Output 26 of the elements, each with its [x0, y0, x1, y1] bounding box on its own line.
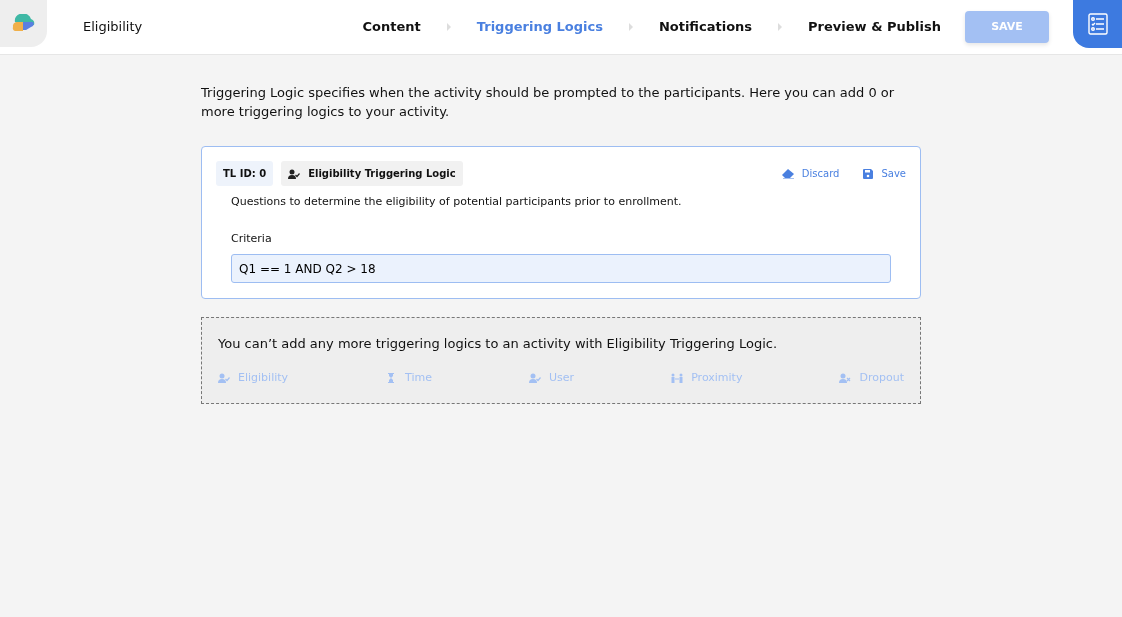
intro-text: Triggering Logic specifies when the activity should be prompted to the participants. Here you can add 0 or more triggering logics to your activity.	[201, 84, 896, 121]
checklist-button[interactable]	[1073, 0, 1122, 48]
user-check-icon	[288, 168, 301, 179]
id-tag: TL ID: 0	[216, 161, 274, 186]
step-tab[interactable]: Triggering Logics	[476, 17, 603, 37]
activity-title: Eligibility	[83, 18, 143, 37]
people-icon	[671, 372, 684, 383]
type-tag: Eligibility Triggering Logic	[281, 161, 463, 186]
criteria-input[interactable]: Q1 == 1 AND Q2 > 18	[231, 254, 891, 283]
limit-message: You can’t add any more triggering logics to an activity with Eligibility Triggering Logic.	[218, 335, 779, 353]
chevron-icon	[444, 22, 453, 32]
save-logic-button[interactable]: Save	[863, 166, 906, 181]
discard-button[interactable]: Discard	[781, 166, 840, 181]
chevron-icon	[626, 22, 635, 32]
step-tab[interactable]: Notifications	[658, 17, 753, 37]
criteria-label: Criteria	[231, 230, 273, 247]
step-tab[interactable]: Preview & Publish	[808, 17, 941, 37]
eraser-icon	[781, 168, 794, 179]
user-check-icon	[529, 372, 542, 383]
user-x-icon	[839, 372, 852, 383]
checklist-icon	[1087, 13, 1108, 35]
chevron-icon	[776, 22, 785, 32]
description-text: Questions to determine the eligibility of potential participants prior to enrollment.	[231, 194, 683, 210]
user-check-icon	[218, 372, 230, 383]
step-tab[interactable]: Content	[362, 17, 421, 37]
brain-logo-icon	[11, 13, 36, 34]
